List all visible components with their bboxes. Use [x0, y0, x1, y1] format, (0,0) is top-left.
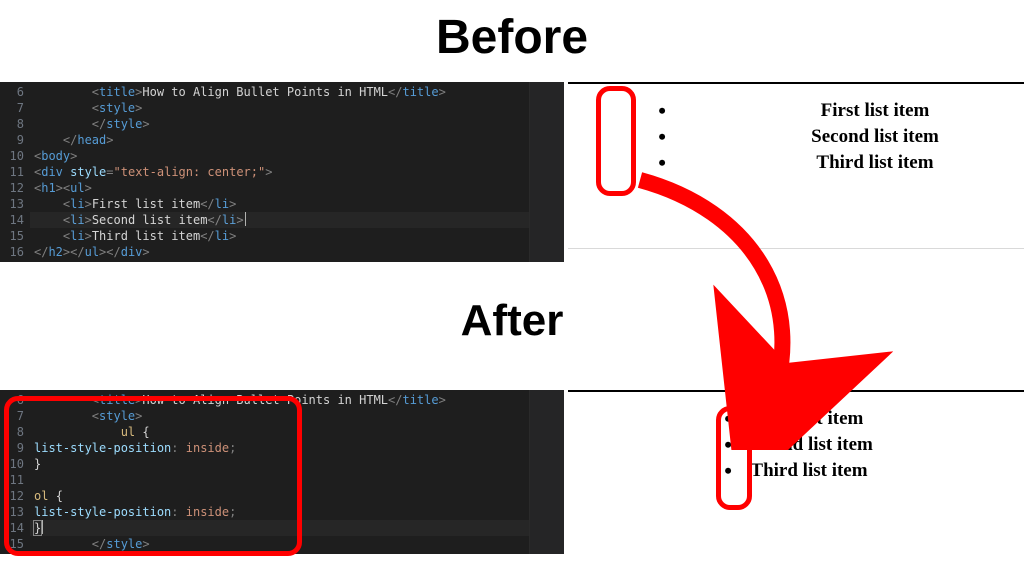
list-item: Third list item — [745, 458, 873, 484]
minimap — [529, 82, 564, 262]
list-item: First list item — [745, 406, 873, 432]
bullet-icon — [719, 458, 737, 484]
bullet-icon — [719, 406, 737, 432]
bullet-icon — [653, 98, 671, 124]
list-item: Third list item — [811, 150, 939, 176]
minimap — [529, 390, 564, 554]
code-editor-after: 6789101112131415 <title>How to Align Bul… — [0, 390, 564, 554]
heading-before: Before — [0, 10, 1024, 65]
code-editor-before: 678910111213141516 <title>How to Align B… — [0, 82, 564, 262]
bullets-column-after — [719, 406, 737, 484]
list-item: Second list item — [745, 432, 873, 458]
list-item: First list item — [811, 98, 939, 124]
bullet-icon — [719, 432, 737, 458]
rendered-output-after: First list item Second list item Third l… — [568, 390, 1024, 556]
bullets-column-before — [653, 98, 671, 176]
bullet-icon — [653, 150, 671, 176]
heading-after: After — [0, 296, 1024, 346]
list-item: Second list item — [811, 124, 939, 150]
rendered-output-before: First list item Second list item Third l… — [568, 82, 1024, 264]
bullet-icon — [653, 124, 671, 150]
labels-column-after: First list item Second list item Third l… — [745, 406, 873, 484]
labels-column-before: First list item Second list item Third l… — [811, 98, 939, 176]
